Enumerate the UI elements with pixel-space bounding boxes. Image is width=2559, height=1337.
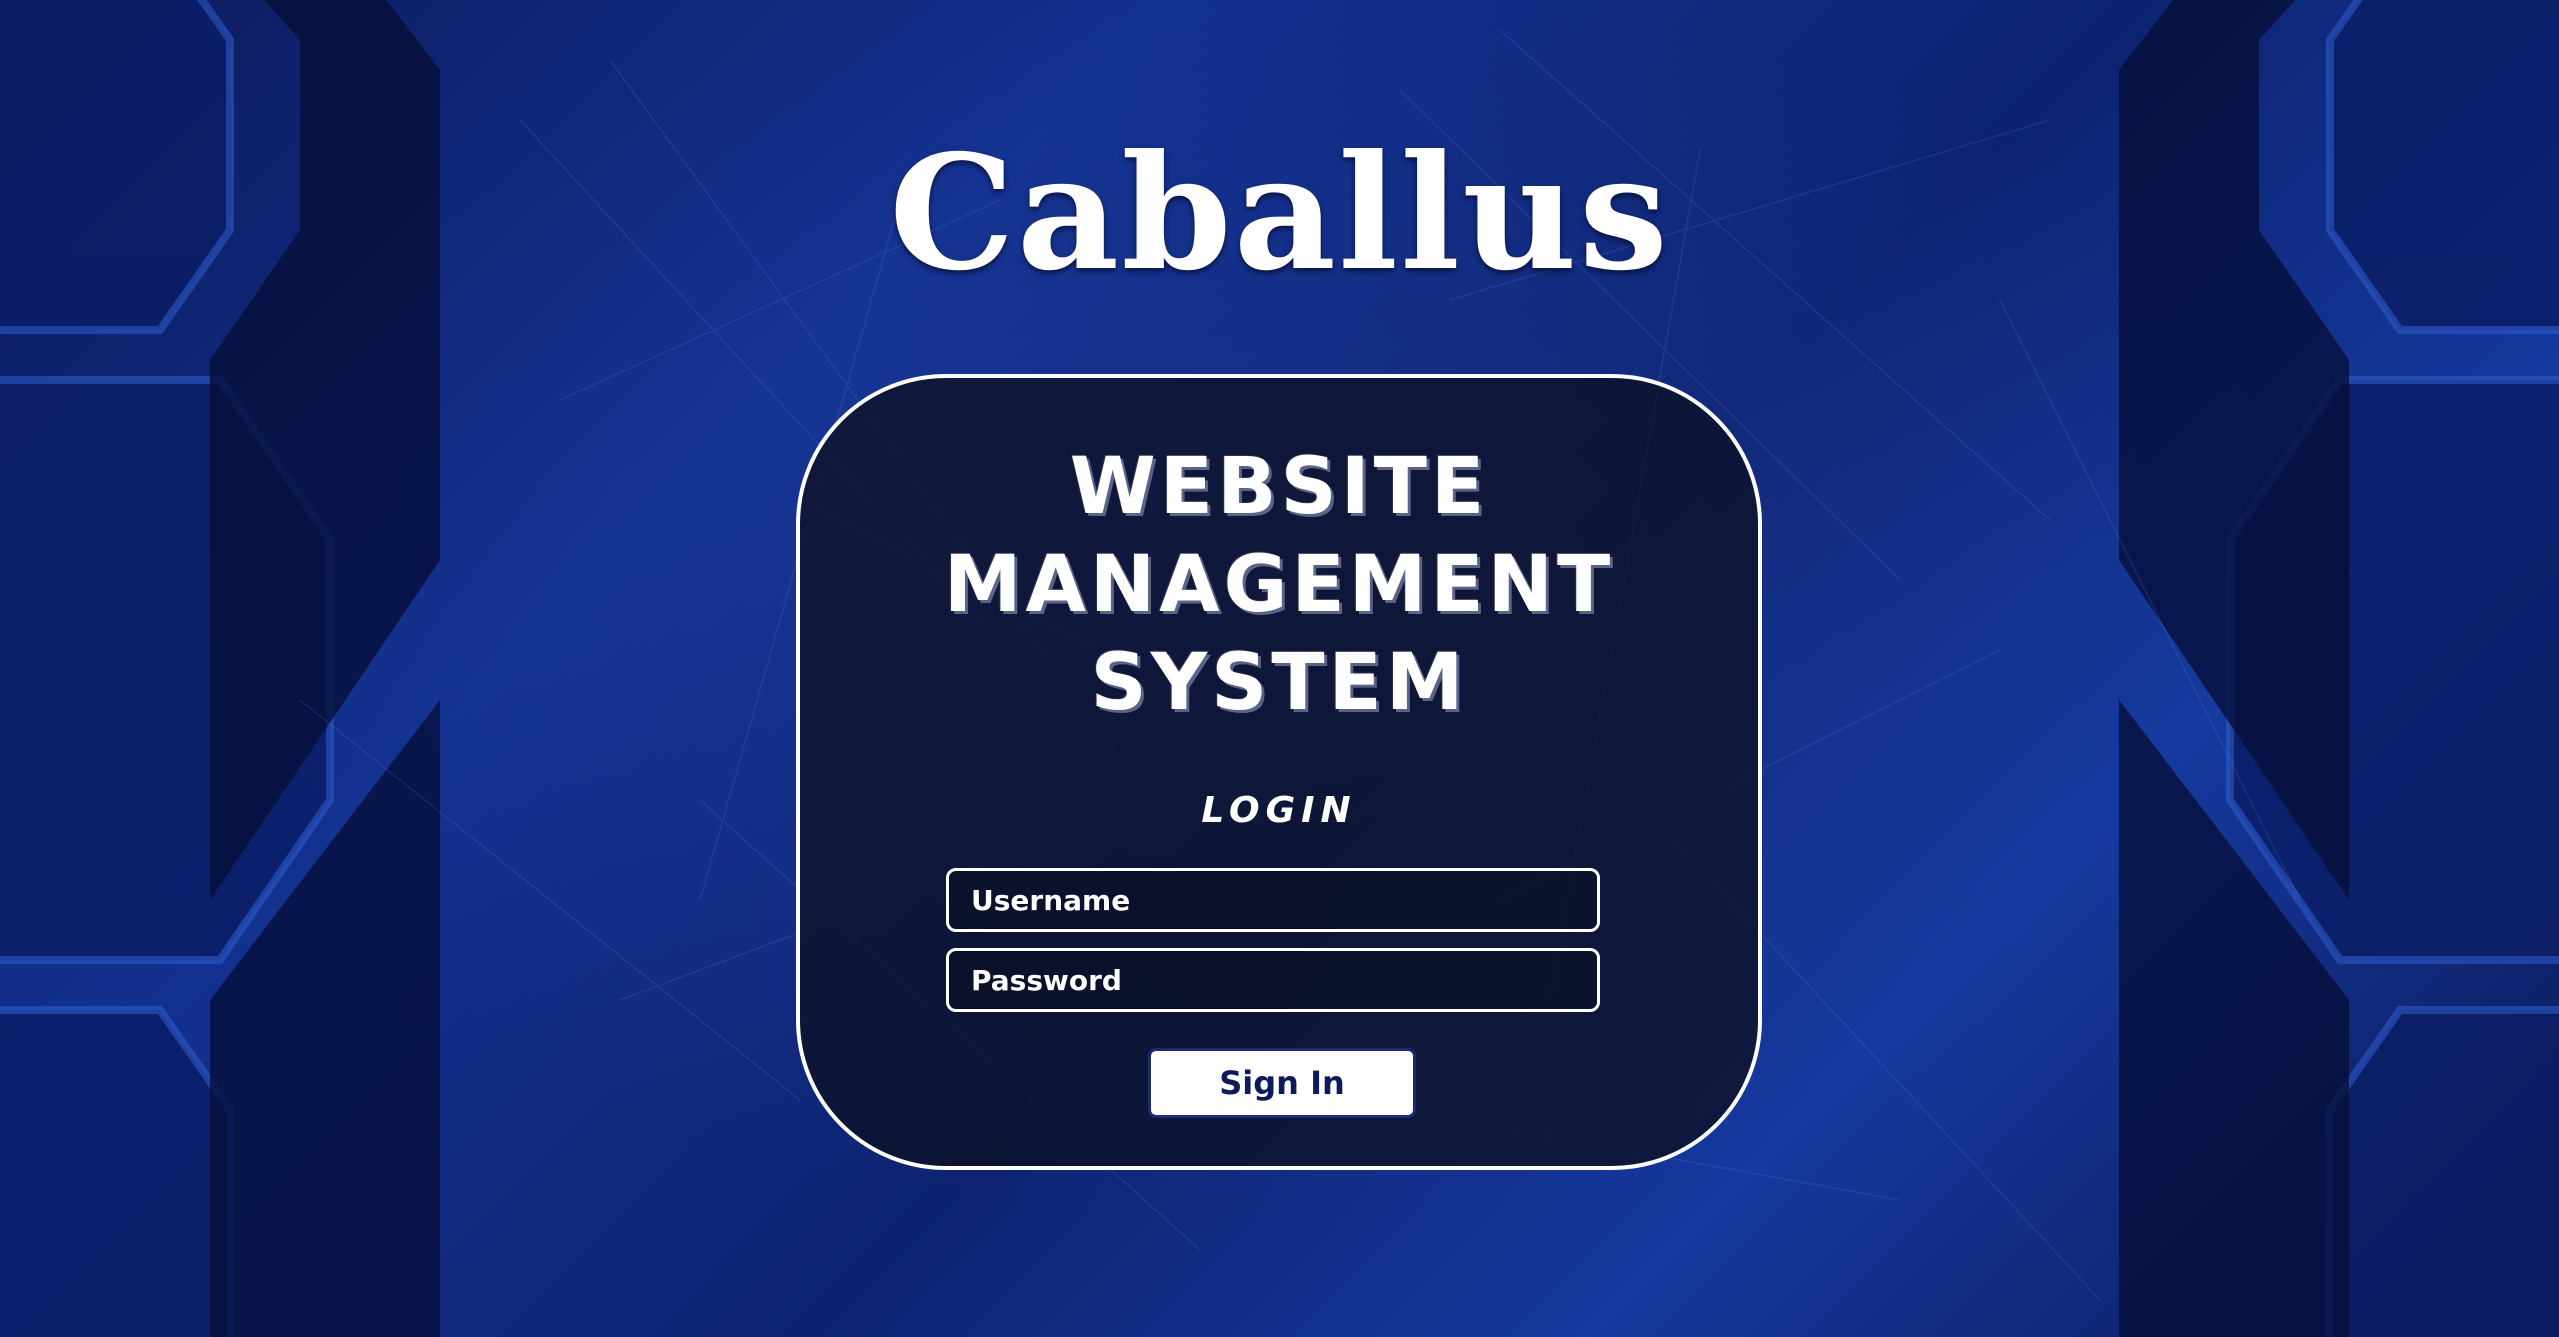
username-field: [946, 868, 1600, 932]
username-input[interactable]: [949, 871, 1597, 929]
login-panel: Website Management System Login Sign In: [796, 374, 1762, 1170]
password-field: [946, 948, 1600, 1012]
brand-logo: Caballus: [889, 121, 1670, 306]
login-heading: Login: [1201, 790, 1357, 831]
panel-title: Website Management System: [943, 442, 1615, 728]
sign-in-button[interactable]: Sign In: [1148, 1048, 1416, 1118]
password-input[interactable]: [949, 951, 1597, 1009]
